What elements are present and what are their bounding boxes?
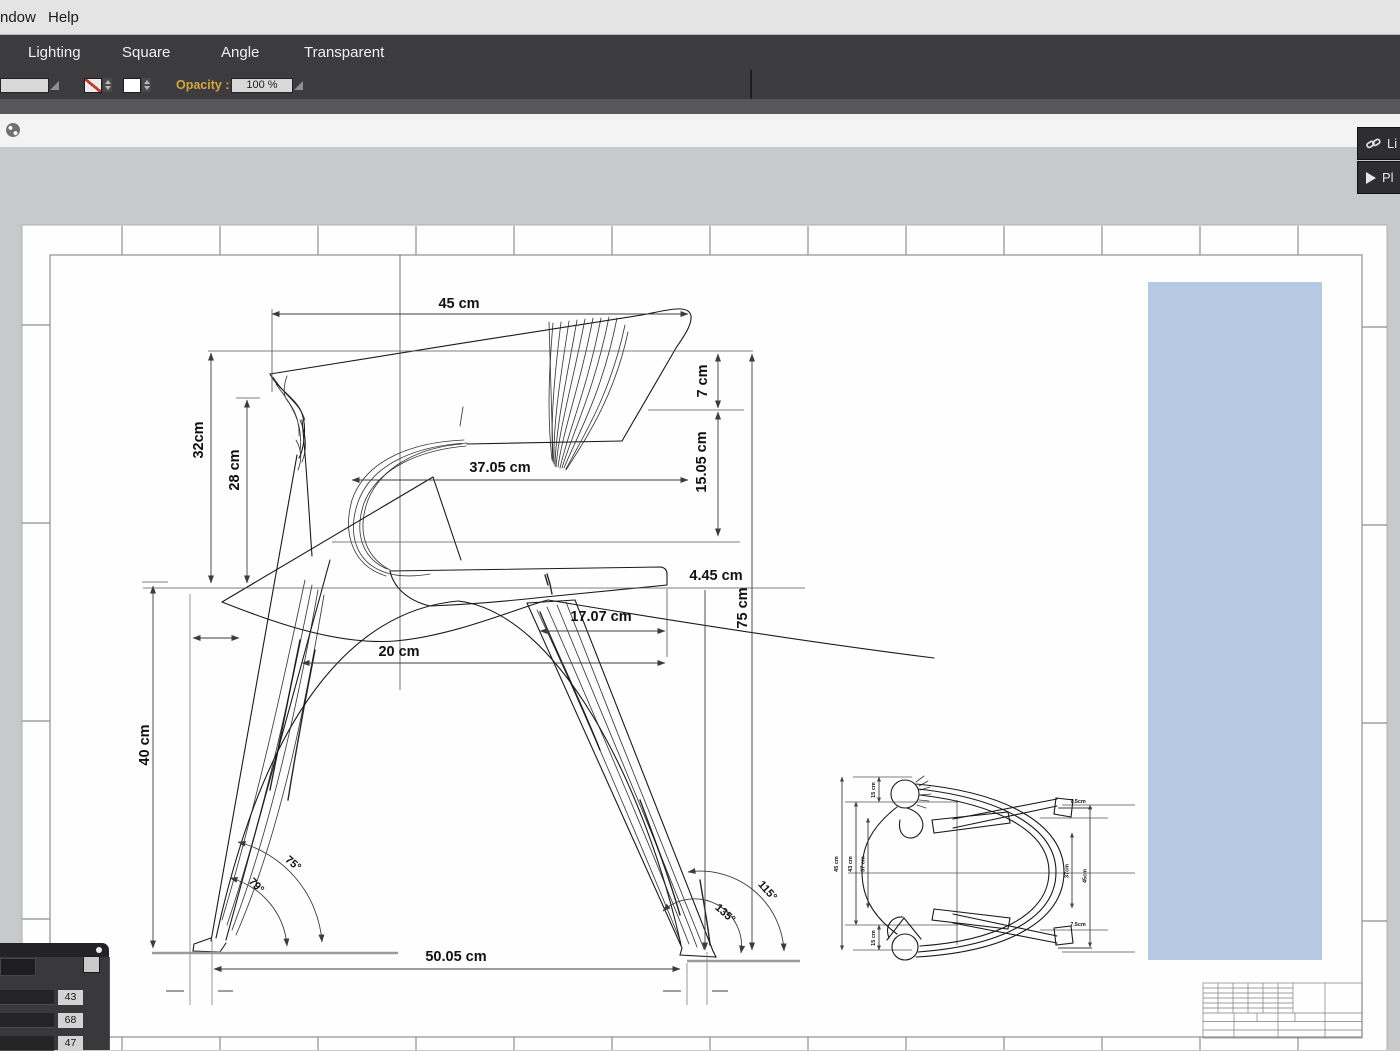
dimension-label: 7.5cm	[1070, 922, 1086, 928]
preset-dropdown-icon[interactable]	[50, 81, 59, 90]
dimension-label: 37cm	[1065, 864, 1071, 878]
tool-preset-field[interactable]	[0, 78, 49, 93]
play-icon	[1366, 172, 1376, 184]
panel-tab-label: Pl	[1382, 170, 1394, 185]
toolbar-strip	[0, 99, 1400, 114]
opacity-input[interactable]: 100 %	[231, 78, 293, 93]
color-slider[interactable]	[0, 990, 54, 1005]
dimension-label: 15 cm	[871, 930, 877, 946]
dimension-label: 37 cm	[861, 856, 867, 872]
stroke-none-swatch[interactable]	[84, 78, 102, 93]
dimension-label: 32cm	[191, 421, 207, 458]
link-icon	[1366, 137, 1381, 150]
color-swatch-light[interactable]	[83, 956, 100, 973]
color-slider[interactable]	[0, 1013, 54, 1028]
control-bar-divider	[750, 70, 752, 99]
color-slider[interactable]	[0, 1036, 54, 1051]
color-slider-row: 47	[0, 1036, 109, 1051]
dimension-label: 45cm	[1083, 869, 1089, 883]
dimension-label: 28 cm	[227, 449, 243, 490]
dimension-label: 15 cm	[871, 782, 877, 798]
panel-menu-icon[interactable]	[96, 947, 102, 953]
dimension-label: 20 cm	[378, 644, 419, 660]
stroke-stepper[interactable]	[103, 78, 112, 92]
dock-tab-angle[interactable]: Angle	[221, 44, 259, 61]
menu-bar: ndow Help	[0, 0, 1400, 35]
place-panel-tab[interactable]: Pl	[1357, 161, 1400, 194]
options-bar	[0, 114, 1400, 148]
color-swatch-dark[interactable]	[0, 958, 36, 976]
links-panel-tab[interactable]: Li	[1357, 127, 1400, 160]
color-value-field[interactable]: 68	[58, 1013, 83, 1028]
color-panel: 43 68 47	[0, 943, 109, 1050]
dimension-label: 17.07 cm	[570, 609, 631, 625]
color-value-field[interactable]: 43	[58, 990, 83, 1005]
control-bar: Opacity : 100 %	[0, 70, 1400, 99]
dock-tab-transparent[interactable]: Transparent	[304, 44, 384, 61]
dimension-label: 45 cm	[438, 296, 479, 312]
fill-white-swatch[interactable]	[123, 78, 141, 93]
menu-item-help[interactable]: Help	[48, 9, 79, 26]
dimension-label: 15.05 cm	[694, 431, 710, 492]
blue-image-frame[interactable]	[1148, 282, 1322, 960]
color-panel-header[interactable]	[0, 943, 109, 957]
opacity-label: Opacity :	[176, 78, 230, 92]
dimension-label: 7.5cm	[1070, 799, 1086, 805]
rotate-view-icon[interactable]	[6, 123, 20, 137]
dimension-label: 50.05 cm	[425, 949, 486, 965]
dimension-label: 43 cm	[848, 856, 854, 872]
menu-item-window[interactable]: ndow	[0, 9, 36, 26]
dimension-label: 4.45 cm	[689, 568, 742, 584]
dock-tab-lighting[interactable]: Lighting	[28, 44, 81, 61]
dimension-label: 37.05 cm	[469, 460, 530, 476]
fill-stepper[interactable]	[142, 78, 151, 92]
color-slider-row: 43	[0, 990, 109, 1005]
dimension-label: 7 cm	[695, 364, 711, 397]
tool-dock: Lighting Square Angle Transparent	[0, 35, 1400, 70]
color-value-field[interactable]: 47	[58, 1036, 83, 1051]
color-slider-row: 68	[0, 1013, 109, 1028]
dimension-label: 45 cm	[834, 856, 840, 872]
dimension-label: 75 cm	[735, 587, 751, 628]
dock-tab-square[interactable]: Square	[122, 44, 170, 61]
panel-tab-label: Li	[1387, 136, 1397, 151]
opacity-dropdown-icon[interactable]	[294, 81, 303, 90]
artboard-canvas[interactable]: 45 cm 7 cm 32cm 28 cm 37.05 cm 15.05 cm …	[0, 0, 1400, 1050]
dimension-label: 40 cm	[137, 724, 153, 765]
